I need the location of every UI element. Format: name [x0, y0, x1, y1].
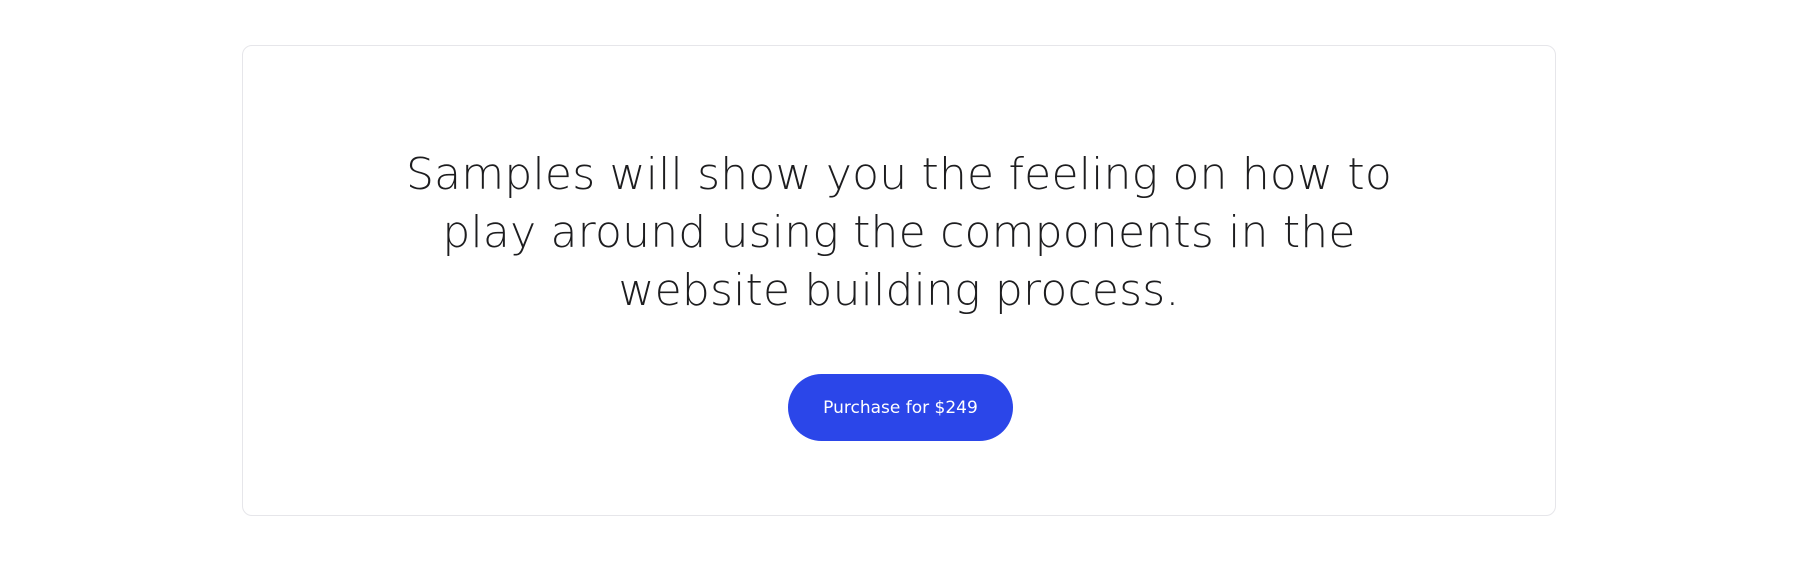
purchase-button[interactable]: Purchase for $249: [788, 374, 1013, 441]
hero-card: Samples will show you the feeling on how…: [242, 45, 1556, 516]
hero-headline: Samples will show you the feeling on how…: [406, 149, 1392, 316]
